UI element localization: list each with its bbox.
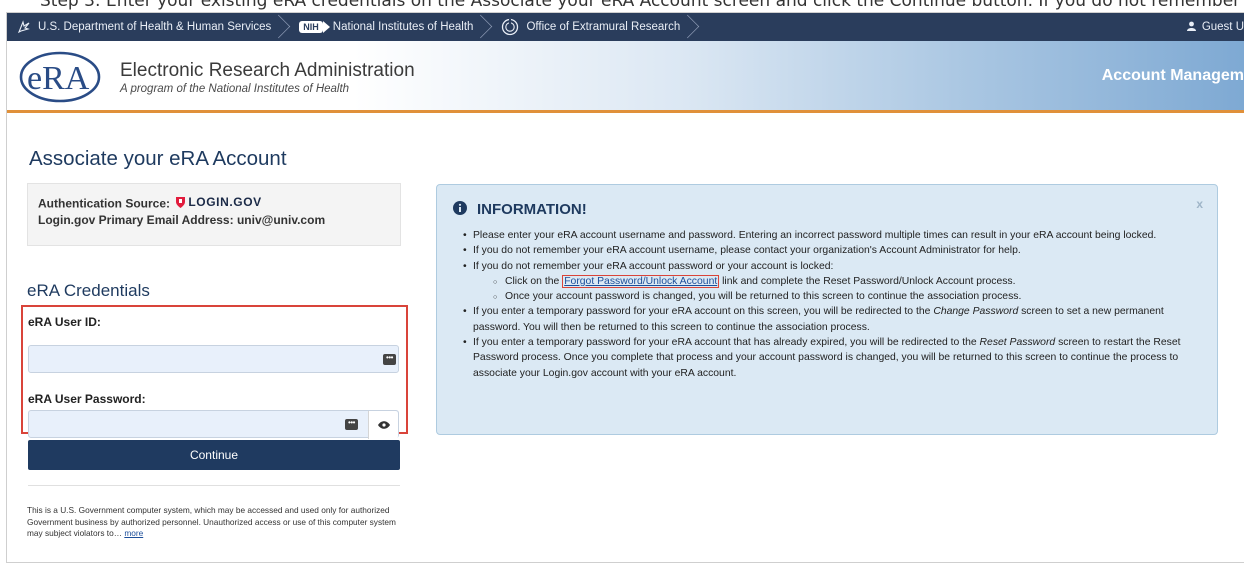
- crumb-oer[interactable]: Office of Extramural Research: [483, 13, 690, 41]
- info-item: Please enter your eRA account username a…: [457, 228, 1209, 244]
- reset-password-ref: Reset Password: [979, 337, 1056, 349]
- info-heading: INFORMATION!: [477, 201, 587, 218]
- information-panel: x INFORMATION! Please enter your eRA acc…: [436, 184, 1218, 435]
- item-pre: If you enter a temporary password for yo…: [473, 337, 977, 349]
- more-link[interactable]: more: [124, 528, 143, 538]
- hhs-eagle-icon: [17, 20, 31, 34]
- divider: [28, 485, 400, 486]
- disclaimer-text: This is a U.S. Government computer syste…: [27, 505, 396, 538]
- crumb-hhs-label: U.S. Department of Health & Human Servic…: [38, 21, 272, 33]
- page-title: Associate your eRA Account: [29, 147, 287, 170]
- info-subitem: Click on the Forgot Password/Unlock Acco…: [473, 274, 1209, 291]
- auth-source-row: Authentication Source: LOGIN.GOV: [38, 194, 390, 212]
- oer-logo-icon: [501, 18, 519, 36]
- logingov-logo: LOGIN.GOV: [176, 194, 261, 210]
- auth-info-box: Authentication Source: LOGIN.GOV Login.g…: [27, 183, 401, 246]
- info-item-text: If you do not remember your eRA account …: [473, 260, 834, 272]
- forgot-password-link[interactable]: Forgot Password/Unlock Account: [562, 274, 720, 288]
- crumb-hhs[interactable]: U.S. Department of Health & Human Servic…: [7, 13, 281, 41]
- auth-source-value: LOGIN.GOV: [188, 195, 262, 209]
- user-id-field[interactable]: •••: [28, 345, 399, 373]
- auth-source-label: Authentication Source:: [38, 196, 171, 211]
- user-id-label: eRA User ID:: [28, 315, 101, 329]
- continue-button[interactable]: Continue: [28, 440, 400, 470]
- info-list: Please enter your eRA account username a…: [457, 228, 1209, 381]
- caption-fragment: Step 3: Enter your existing eRA credenti…: [40, 0, 1241, 11]
- section-title: Account Managem: [1101, 67, 1244, 84]
- password-manager-icon[interactable]: •••: [383, 354, 396, 365]
- show-password-icon[interactable]: [368, 411, 398, 439]
- auth-email-row: Login.gov Primary Email Address: univ@un…: [38, 212, 390, 228]
- shield-icon: [176, 196, 186, 208]
- user-menu[interactable]: Guest U: [1186, 13, 1244, 41]
- change-password-ref: Change Password: [933, 306, 1019, 318]
- password-label: eRA User Password:: [28, 392, 146, 406]
- user-label: Guest U: [1201, 21, 1244, 33]
- info-subitem: Once your account password is changed, y…: [473, 289, 1209, 306]
- info-item: If you do not remember your eRA account …: [457, 259, 1209, 306]
- password-field[interactable]: •••: [28, 410, 399, 439]
- era-logo[interactable]: eRA: [19, 51, 101, 103]
- user-icon: [1186, 21, 1196, 34]
- hhs-bar: U.S. Department of Health & Human Servic…: [7, 13, 1244, 41]
- svg-text:eRA: eRA: [27, 60, 90, 97]
- info-icon: [453, 201, 467, 215]
- brand-subtitle: A program of the National Institutes of …: [120, 83, 350, 95]
- subitem-post: link and complete the Reset Password/Unl…: [722, 275, 1016, 287]
- nih-logo-icon: NIH: [299, 21, 330, 33]
- info-item: If you do not remember your eRA account …: [457, 243, 1209, 259]
- info-sublist: Click on the Forgot Password/Unlock Acco…: [473, 274, 1209, 306]
- auth-email-value: univ@univ.com: [236, 212, 326, 227]
- password-manager-icon[interactable]: •••: [345, 419, 358, 430]
- info-item: If you enter a temporary password for yo…: [457, 304, 1209, 335]
- crumb-nih[interactable]: NIH National Institutes of Health: [281, 13, 483, 41]
- crumb-nih-label: National Institutes of Health: [332, 21, 474, 33]
- crumb-oer-label: Office of Extramural Research: [526, 21, 681, 33]
- subitem-pre: Click on the: [505, 275, 560, 287]
- credentials-title: eRA Credentials: [27, 281, 150, 300]
- item-pre: If you enter a temporary password for yo…: [473, 306, 931, 318]
- header-banner: eRA Electronic Research Administration A…: [7, 41, 1244, 113]
- credentials-highlight-box: eRA User ID: ••• eRA User Password: •••: [21, 305, 408, 439]
- caption-strip: Step 3: Enter your existing eRA credenti…: [0, 0, 1244, 12]
- auth-email-label: Login.gov Primary Email Address:: [38, 212, 234, 227]
- browser-page: U.S. Department of Health & Human Servic…: [6, 12, 1244, 563]
- brand-title: Electronic Research Administration: [120, 60, 415, 81]
- info-item: If you enter a temporary password for yo…: [457, 335, 1209, 381]
- disclaimer: This is a U.S. Government computer syste…: [27, 505, 407, 540]
- close-icon[interactable]: x: [1196, 197, 1203, 211]
